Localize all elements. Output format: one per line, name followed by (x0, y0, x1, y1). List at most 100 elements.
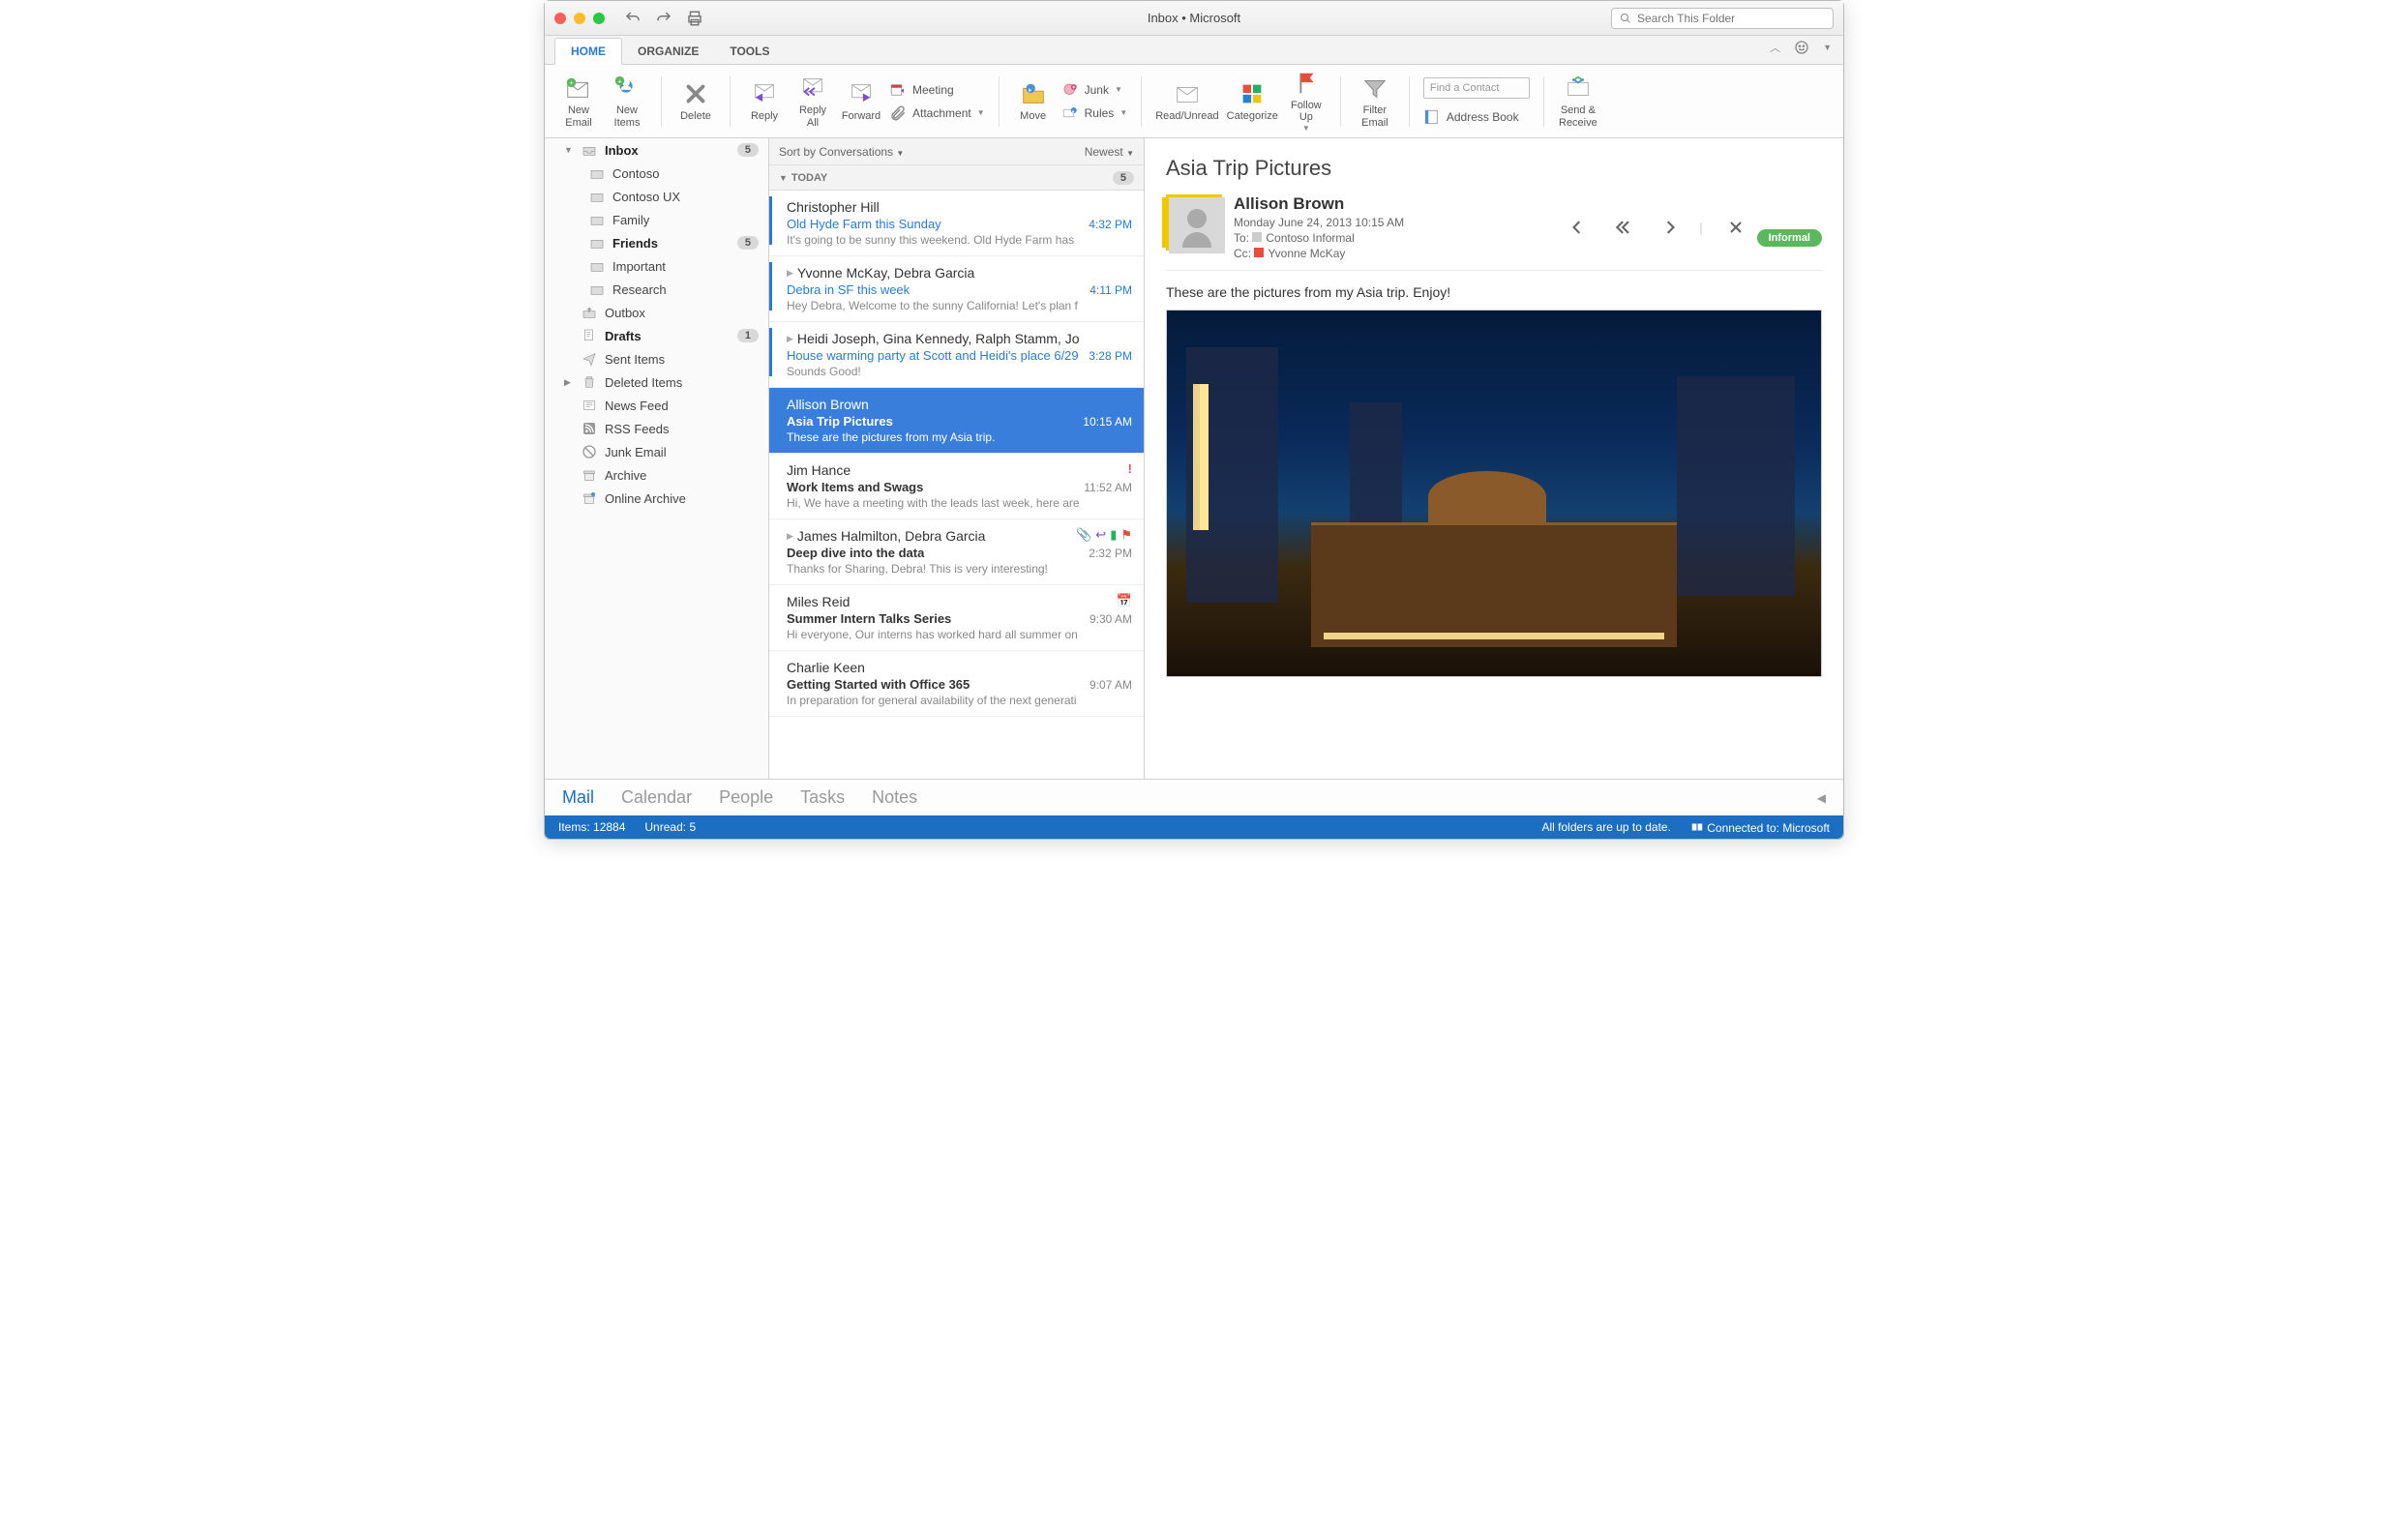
message-subject: Asia Trip Pictures (787, 414, 1132, 429)
dropdown-icon[interactable]: ▼ (1823, 43, 1832, 52)
tray-icon (589, 212, 605, 227)
tab-home[interactable]: HOME (554, 38, 622, 65)
window-controls (554, 13, 605, 24)
forward-icon[interactable] (1657, 218, 1676, 237)
categorize-button[interactable]: Categorize (1227, 79, 1278, 122)
nav-people[interactable]: People (719, 787, 773, 808)
category-square-red (1254, 248, 1264, 257)
reply-all-button[interactable]: Reply All (792, 74, 833, 128)
collapse-ribbon-icon[interactable]: ︿ (1770, 40, 1780, 55)
new-email-button[interactable]: + New Email (558, 74, 599, 128)
message-from: Miles Reid (787, 594, 1132, 609)
find-contact-input[interactable]: Find a Contact (1423, 77, 1530, 99)
folder-family[interactable]: Family (545, 208, 768, 231)
window-title: Inbox • Microsoft (1148, 11, 1240, 25)
message-time: 2:32 PM (1089, 547, 1132, 560)
message-time: 4:11 PM (1090, 283, 1132, 297)
tray-icon (589, 189, 605, 204)
message-time: 9:07 AM (1090, 678, 1132, 692)
filter-email-button[interactable]: Filter Email (1355, 74, 1395, 128)
follow-up-button[interactable]: Follow Up ▼ (1286, 69, 1327, 133)
message-list-header: Sort by Conversations ▼ Newest ▼ (769, 138, 1144, 165)
reply-button[interactable]: Reply (744, 79, 785, 122)
search-folder[interactable] (1611, 8, 1834, 29)
titlebar: Inbox • Microsoft (545, 1, 1843, 36)
collapse-nav-icon[interactable]: ◀ (1817, 791, 1826, 805)
message-item[interactable]: Christopher HillOld Hyde Farm this Sunda… (769, 191, 1144, 256)
importance-icon: ! (1128, 461, 1132, 476)
folder-research[interactable]: Research (545, 278, 768, 301)
address-book-button[interactable]: Address Book (1423, 108, 1530, 126)
read-unread-button[interactable]: Read/Unread (1155, 79, 1218, 122)
folder-drafts[interactable]: Drafts1 (545, 324, 768, 347)
category-square-gray (1252, 232, 1262, 242)
folder-contoso[interactable]: Contoso (545, 162, 768, 185)
move-button[interactable]: Move (1013, 79, 1054, 122)
folder-friends[interactable]: Friends5 (545, 231, 768, 254)
minimize-window[interactable] (574, 13, 585, 24)
search-input[interactable] (1637, 12, 1825, 25)
message-item[interactable]: ▶Yvonne McKay, Debra GarciaDebra in SF t… (769, 256, 1144, 322)
new-items-button[interactable]: + New Items (607, 74, 647, 128)
trash-icon (582, 374, 597, 390)
message-date: Monday June 24, 2013 10:15 AM (1234, 216, 1560, 229)
order-dropdown[interactable]: Newest ▼ (1085, 145, 1134, 159)
folder-news[interactable]: News Feed (545, 394, 768, 417)
emoji-icon[interactable] (1794, 40, 1809, 55)
folder-outbox[interactable]: Outbox (545, 301, 768, 324)
message-item[interactable]: !Jim HanceWork Items and SwagsHi, We hav… (769, 454, 1144, 519)
message-item[interactable]: Allison BrownAsia Trip PicturesThese are… (769, 388, 1144, 454)
day-header[interactable]: ▼TODAY 5 (769, 165, 1144, 191)
folder-rss[interactable]: RSS Feeds (545, 417, 768, 440)
status-bar: Items: 12884 Unread: 5 All folders are u… (545, 815, 1843, 839)
tab-tools[interactable]: TOOLS (714, 39, 785, 64)
to-recipients: Contoso Informal (1266, 231, 1354, 245)
reply-all-icon[interactable] (1614, 218, 1633, 237)
nav-tasks[interactable]: Tasks (800, 787, 845, 808)
category-tag: Informal (1757, 229, 1822, 247)
archive-icon (582, 467, 597, 483)
attachment-button[interactable]: Attachment ▼ (889, 104, 985, 122)
junk-button[interactable]: Junk ▼ (1061, 81, 1128, 99)
folder-important[interactable]: Important (545, 254, 768, 278)
redo-icon[interactable] (655, 10, 672, 27)
print-icon[interactable] (686, 10, 703, 27)
message-subject: House warming party at Scott and Heidi's… (787, 348, 1132, 363)
message-item[interactable]: Charlie KeenGetting Started with Office … (769, 651, 1144, 717)
sender-avatar (1166, 194, 1222, 251)
message-list: Sort by Conversations ▼ Newest ▼ ▼TODAY … (769, 138, 1145, 779)
zoom-window[interactable] (593, 13, 605, 24)
forward-button[interactable]: Forward (841, 79, 881, 122)
sort-dropdown[interactable]: Sort by Conversations ▼ (779, 145, 904, 159)
folder-contoso-ux[interactable]: Contoso UX (545, 185, 768, 208)
message-item[interactable]: 📅Miles ReidSummer Intern Talks SeriesHi … (769, 585, 1144, 651)
folder-sent[interactable]: Sent Items (545, 347, 768, 370)
message-item[interactable]: 📎↩▮⚑▶James Halmilton, Debra GarciaDeep d… (769, 519, 1144, 585)
delete-button[interactable]: Delete (675, 79, 716, 122)
tab-organize[interactable]: ORGANIZE (622, 39, 714, 64)
meeting-button[interactable]: Meeting (889, 81, 985, 99)
folder-deleted[interactable]: ▶Deleted Items (545, 370, 768, 394)
send-receive-button[interactable]: Send & Receive (1558, 74, 1598, 128)
message-subject: Summer Intern Talks Series (787, 611, 1132, 626)
status-connected: Connected to: Microsoft (1690, 820, 1830, 835)
message-subject: Work Items and Swags (787, 480, 1132, 494)
rules-button[interactable]: Rules ▼ (1061, 104, 1128, 122)
reply-icon[interactable] (1571, 218, 1591, 237)
undo-icon[interactable] (624, 10, 642, 27)
message-item[interactable]: ▶Heidi Joseph, Gina Kennedy, Ralph Stamm… (769, 322, 1144, 388)
folder-archive[interactable]: Archive (545, 463, 768, 487)
close-window[interactable] (554, 13, 566, 24)
folder-inbox[interactable]: ▼ Inbox 5 (545, 138, 768, 162)
tray-icon (589, 165, 605, 181)
folder-online-archive[interactable]: Online Archive (545, 487, 768, 510)
nav-calendar[interactable]: Calendar (621, 787, 692, 808)
nav-notes[interactable]: Notes (872, 787, 917, 808)
folder-junk[interactable]: Junk Email (545, 440, 768, 463)
close-message-icon[interactable] (1726, 218, 1746, 237)
nav-mail[interactable]: Mail (562, 787, 594, 808)
sender-name: Allison Brown (1234, 194, 1560, 214)
message-preview: These are the pictures from my Asia trip… (787, 430, 1132, 444)
svg-text:+: + (617, 77, 622, 86)
chevron-right-icon: ▶ (787, 268, 793, 279)
